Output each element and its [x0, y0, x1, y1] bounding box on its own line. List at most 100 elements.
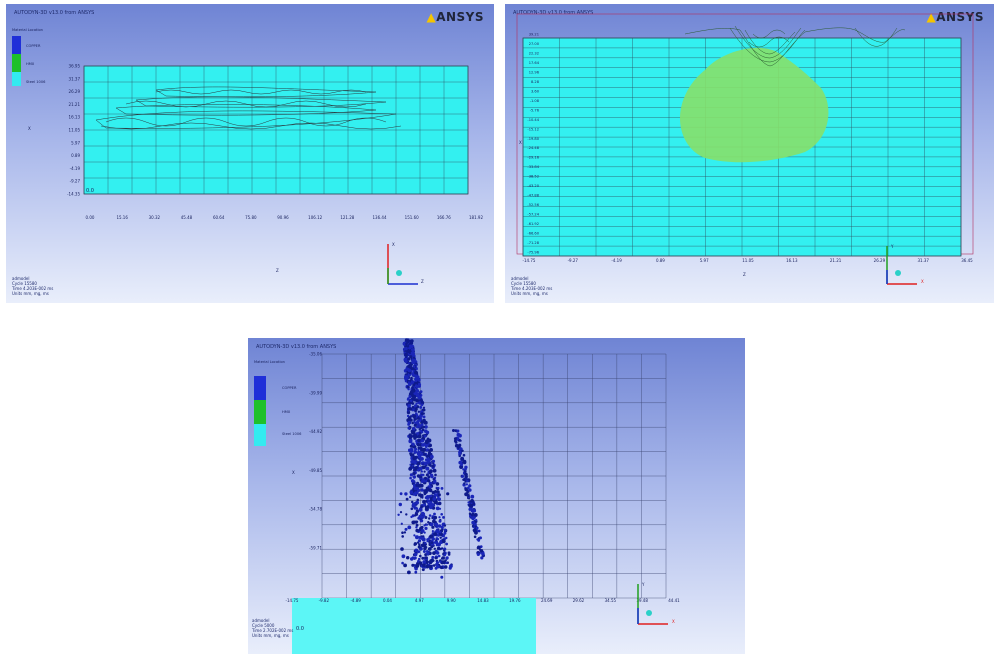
jet-particle: [410, 507, 414, 511]
jet-particle: [419, 457, 423, 461]
jet-particle: [472, 509, 477, 513]
y-tick-label: 12.96: [529, 70, 540, 74]
jet-particle: [413, 461, 417, 465]
jet-particle: [431, 530, 434, 533]
jet-particle: [410, 454, 414, 457]
jet-particle: [413, 486, 418, 491]
jet-particle: [414, 404, 417, 408]
jet-particle: [462, 478, 465, 481]
jet-particle: [417, 410, 421, 413]
y-tick-label: 26.29: [69, 89, 81, 94]
jet-particle: [454, 443, 459, 448]
jet-particle: [424, 556, 428, 559]
jet-particle: [411, 388, 416, 393]
y-tick-label: -49.85: [309, 468, 322, 473]
y-tick-label: -61.92: [527, 222, 539, 226]
jet-particle: [453, 437, 457, 441]
jet-particle: [410, 515, 413, 519]
jet-particle: [408, 448, 411, 452]
y-tick-label: 22.32: [529, 51, 539, 55]
jet-particle: [418, 450, 422, 454]
jet-particle: [425, 490, 428, 494]
jet-particle: [424, 440, 429, 444]
jet-particle: [411, 367, 415, 371]
run-info: admodel Cycle 15580 Time 4.203E-002 ms U…: [511, 276, 552, 296]
jet-particle: [412, 456, 417, 461]
jet-particle: [415, 500, 419, 505]
jet-particle: [416, 488, 420, 491]
z-label: Z: [276, 268, 279, 273]
y-axis-label: X: [28, 126, 31, 131]
jet-particle: [440, 487, 444, 490]
jet-particle: [468, 512, 472, 516]
jet-particle: [415, 564, 420, 568]
jet-particle: [428, 517, 431, 520]
triad-label-x: X: [672, 619, 675, 624]
y-tick-label: -71.28: [527, 241, 539, 245]
jet-particle: [408, 467, 413, 471]
jet-particle: [425, 430, 430, 435]
jet-particle: [421, 568, 425, 572]
jet-particle: [420, 412, 424, 415]
jet-particle: [460, 463, 464, 466]
y-tick-label: -75.96: [527, 251, 539, 255]
jet-particle: [467, 486, 470, 490]
jet-particle: [444, 528, 447, 532]
jet-particle: [444, 559, 447, 562]
y-tick-label: -47.88: [527, 194, 539, 198]
jet-particle: [404, 527, 408, 531]
jet-particle: [426, 551, 430, 556]
jet-particle: [473, 526, 476, 529]
jet-particle: [411, 345, 414, 349]
jet-particle: [477, 545, 481, 550]
triad-label-y: Y: [641, 582, 645, 587]
jet-particle: [433, 501, 436, 504]
triad-label-x: X: [392, 242, 395, 247]
jet-particle: [459, 439, 462, 442]
jet-particle: [414, 570, 418, 574]
jet-particle: [425, 560, 429, 564]
jet-particle: [419, 554, 422, 558]
jet-particle: [417, 539, 422, 543]
jet-particle: [462, 460, 467, 465]
y-tick-label: 11.05: [69, 128, 81, 133]
jet-particle: [407, 405, 410, 408]
jet-particle: [416, 474, 421, 478]
jet-particle: [422, 451, 425, 454]
jet-particle: [440, 525, 444, 529]
jet-particle: [420, 439, 425, 443]
jet-particle: [404, 359, 408, 363]
jet-particle: [404, 375, 409, 380]
jet-particle: [467, 501, 470, 504]
x-tick-label: 90.96: [277, 215, 289, 220]
run-info: admodel Cycle 5000 Time 2.702E-002 ms Un…: [252, 618, 293, 638]
jet-particle: [424, 476, 428, 480]
jet-particle: [425, 523, 429, 526]
y-tick-label: 0.89: [71, 153, 80, 158]
jet-particle: [411, 563, 415, 567]
jet-particle: [421, 428, 425, 431]
jet-particle: [413, 436, 417, 440]
mesh-plot-2: 39.21 27.00 22.32 17.64 12.96 8.28 3.60 -1.08 -5…: [516, 13, 974, 285]
y-tick-label: 39.21: [529, 33, 539, 37]
jet-particle: [427, 521, 430, 524]
jet-particle: [415, 398, 419, 403]
jet-particle: [419, 390, 423, 393]
y-tick-label: -14.35: [67, 192, 80, 197]
x-tick-label: 106.12: [308, 215, 322, 220]
jet-particle: [434, 556, 438, 560]
jet-particle: [441, 556, 445, 560]
y-tick-label: -19.80: [527, 137, 539, 141]
units-label: Units mm, mg, ms: [12, 291, 49, 296]
jet-particle: [404, 352, 408, 357]
jet-particle: [414, 407, 418, 411]
jet-particle: [412, 475, 416, 478]
jet-particle: [480, 556, 484, 560]
x-tick-label: 31.37: [917, 258, 929, 263]
origin-mark: 0.0: [86, 188, 94, 194]
jet-particle: [422, 550, 426, 553]
x-tick-label: 36.45: [961, 258, 973, 263]
x-tick-label: 151.60: [405, 215, 419, 220]
y-tick-label: 5.97: [71, 140, 80, 145]
jet-particle: [401, 535, 404, 538]
